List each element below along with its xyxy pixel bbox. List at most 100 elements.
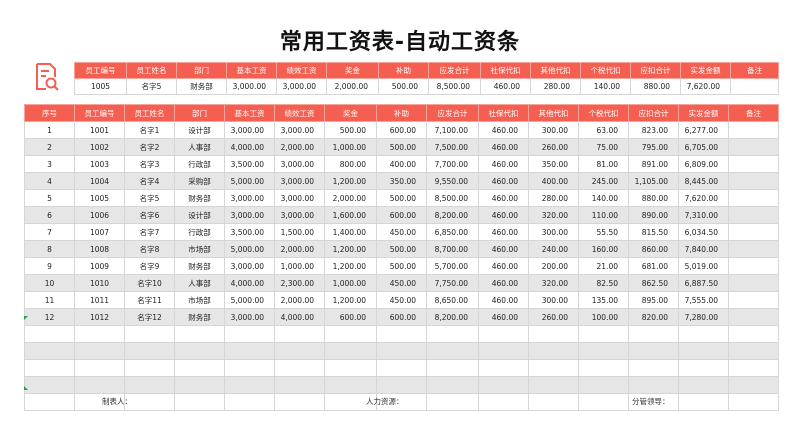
- table-cell[interactable]: 880.00: [630, 78, 681, 95]
- table-cell[interactable]: 1,200.00: [324, 172, 377, 190]
- table-cell[interactable]: 1,200.00: [324, 240, 377, 258]
- table-cell[interactable]: 75.00: [578, 138, 629, 156]
- table-cell[interactable]: 5,019.00: [678, 257, 729, 275]
- table-cell[interactable]: 460.00: [478, 189, 529, 207]
- table-cell[interactable]: [628, 325, 679, 343]
- table-cell[interactable]: 名字1: [124, 121, 175, 139]
- table-cell[interactable]: 1,500.00: [274, 223, 325, 241]
- table-cell[interactable]: 135.00: [578, 291, 629, 309]
- table-cell[interactable]: 320.00: [528, 206, 579, 224]
- table-cell[interactable]: 财务部: [176, 78, 227, 95]
- table-cell[interactable]: 行政部: [174, 155, 225, 173]
- table-cell[interactable]: [376, 376, 427, 394]
- table-cell[interactable]: [274, 376, 325, 394]
- table-cell[interactable]: 6,809.00: [678, 155, 729, 173]
- table-cell[interactable]: 3,000.00: [226, 78, 277, 95]
- table-cell[interactable]: 460.00: [478, 172, 529, 190]
- table-cell[interactable]: 8,500.00: [426, 189, 479, 207]
- table-cell[interactable]: 5,000.00: [224, 240, 275, 258]
- table-cell[interactable]: 采购部: [174, 172, 225, 190]
- table-cell[interactable]: 160.00: [578, 240, 629, 258]
- table-cell[interactable]: [478, 342, 529, 360]
- table-cell[interactable]: [728, 325, 779, 343]
- table-cell[interactable]: [728, 359, 779, 377]
- table-cell[interactable]: 500.00: [378, 78, 429, 95]
- table-cell[interactable]: 5,700.00: [426, 257, 479, 275]
- table-cell[interactable]: 280.00: [528, 189, 579, 207]
- table-cell[interactable]: 300.00: [528, 223, 579, 241]
- table-cell[interactable]: 460.00: [480, 78, 531, 95]
- table-cell[interactable]: 81.00: [578, 155, 629, 173]
- table-cell[interactable]: 名字2: [124, 138, 175, 156]
- table-cell[interactable]: [678, 359, 729, 377]
- table-cell[interactable]: [728, 206, 779, 224]
- table-cell[interactable]: 400.00: [376, 155, 427, 173]
- table-cell[interactable]: 890.00: [628, 206, 679, 224]
- table-cell[interactable]: 1003: [74, 155, 125, 173]
- table-cell[interactable]: 8,200.00: [426, 308, 479, 326]
- table-cell[interactable]: 人事部: [174, 138, 225, 156]
- table-cell[interactable]: [324, 325, 377, 343]
- table-cell[interactable]: 891.00: [628, 155, 679, 173]
- table-cell[interactable]: 6,850.00: [426, 223, 479, 241]
- table-cell[interactable]: 460.00: [478, 155, 529, 173]
- table-cell[interactable]: [728, 342, 779, 360]
- table-cell[interactable]: [478, 393, 529, 411]
- table-cell[interactable]: [24, 376, 75, 394]
- table-cell[interactable]: [728, 121, 779, 139]
- table-cell[interactable]: 名字8: [124, 240, 175, 258]
- table-cell[interactable]: 2,000.00: [274, 138, 325, 156]
- table-cell[interactable]: [124, 376, 175, 394]
- table-cell[interactable]: [224, 393, 275, 411]
- table-cell[interactable]: 名字12: [124, 308, 175, 326]
- table-cell[interactable]: [578, 376, 629, 394]
- table-cell[interactable]: 名字7: [124, 223, 175, 241]
- table-cell[interactable]: 11: [24, 291, 75, 309]
- table-cell[interactable]: 8,500.00: [428, 78, 481, 95]
- table-cell[interactable]: 800.00: [324, 155, 377, 173]
- table-cell[interactable]: [274, 325, 325, 343]
- table-cell[interactable]: 21.00: [578, 257, 629, 275]
- table-cell[interactable]: 2: [24, 138, 75, 156]
- table-cell[interactable]: [174, 342, 225, 360]
- table-cell[interactable]: 7,280.00: [678, 308, 729, 326]
- table-cell[interactable]: 行政部: [174, 223, 225, 241]
- table-cell[interactable]: 1006: [74, 206, 125, 224]
- table-cell[interactable]: [224, 376, 275, 394]
- table-cell[interactable]: 1,105.00: [628, 172, 679, 190]
- table-cell[interactable]: [728, 172, 779, 190]
- table-cell[interactable]: 600.00: [376, 308, 427, 326]
- table-cell[interactable]: [174, 325, 225, 343]
- table-cell[interactable]: 460.00: [478, 206, 529, 224]
- table-cell[interactable]: 4,000.00: [274, 308, 325, 326]
- table-cell[interactable]: 140.00: [580, 78, 631, 95]
- table-cell[interactable]: [528, 342, 579, 360]
- table-cell[interactable]: [74, 376, 125, 394]
- table-cell[interactable]: 9,550.00: [426, 172, 479, 190]
- table-cell[interactable]: 1,200.00: [324, 291, 377, 309]
- table-cell[interactable]: 300.00: [528, 291, 579, 309]
- table-cell[interactable]: 1,000.00: [274, 257, 325, 275]
- table-cell[interactable]: [728, 257, 779, 275]
- table-cell[interactable]: 名字4: [124, 172, 175, 190]
- table-cell[interactable]: 1,600.00: [324, 206, 377, 224]
- table-cell[interactable]: 1011: [74, 291, 125, 309]
- table-cell[interactable]: 1005: [74, 78, 127, 95]
- table-cell[interactable]: 1002: [74, 138, 125, 156]
- table-cell[interactable]: 500.00: [376, 189, 427, 207]
- table-cell[interactable]: 2,000.00: [274, 240, 325, 258]
- table-cell[interactable]: 6,705.00: [678, 138, 729, 156]
- table-cell[interactable]: [274, 342, 325, 360]
- table-cell[interactable]: 6: [24, 206, 75, 224]
- table-cell[interactable]: 7,310.00: [678, 206, 729, 224]
- table-cell[interactable]: 1012: [74, 308, 125, 326]
- table-cell[interactable]: [124, 359, 175, 377]
- table-cell[interactable]: 9: [24, 257, 75, 275]
- table-cell[interactable]: 设计部: [174, 121, 225, 139]
- table-cell[interactable]: [728, 189, 779, 207]
- table-cell[interactable]: 4,000.00: [224, 138, 275, 156]
- table-cell[interactable]: 350.00: [376, 172, 427, 190]
- table-cell[interactable]: 2,000.00: [326, 78, 379, 95]
- table-cell[interactable]: 600.00: [324, 308, 377, 326]
- table-cell[interactable]: 500.00: [376, 138, 427, 156]
